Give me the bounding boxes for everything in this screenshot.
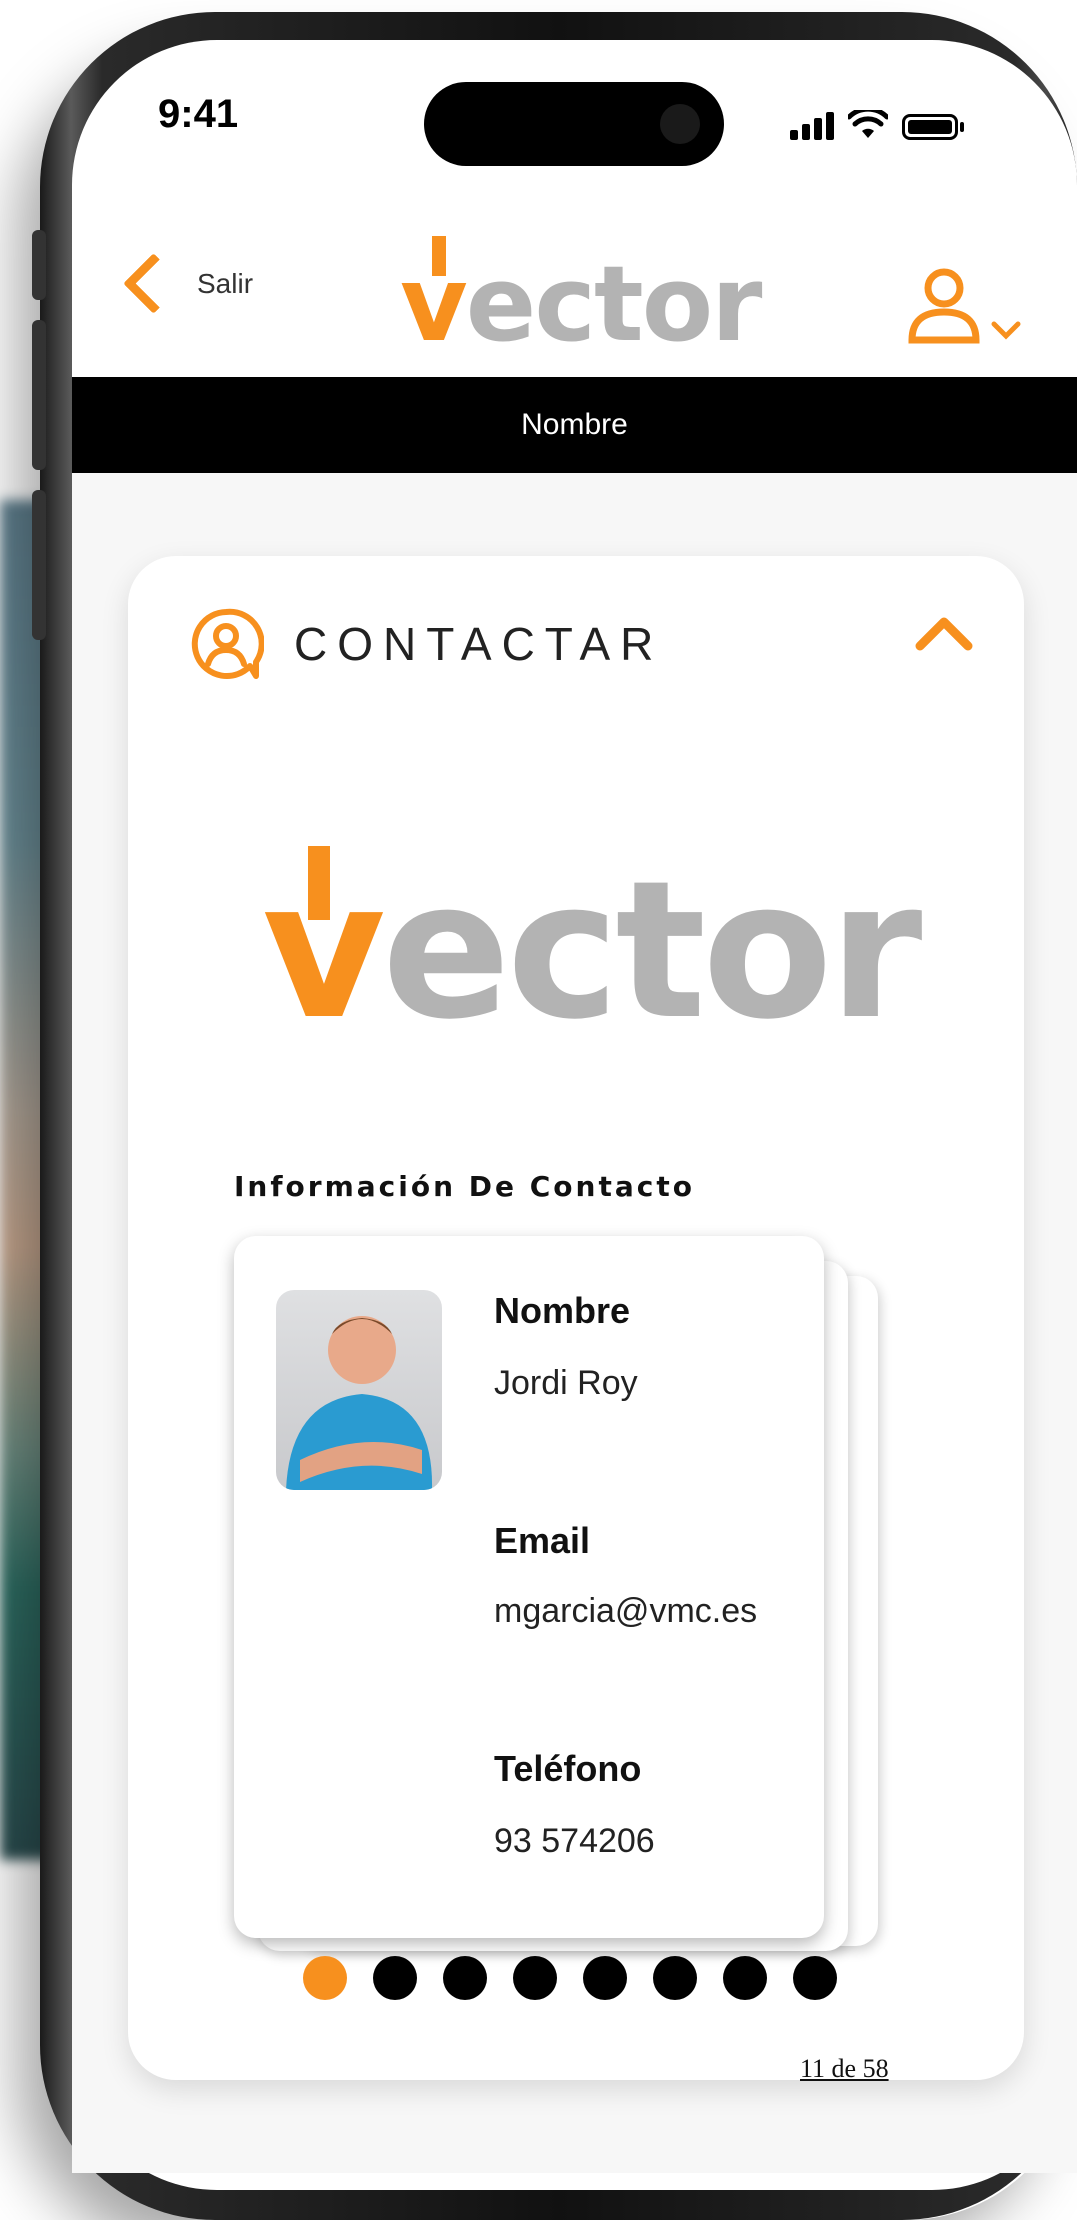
status-time: 9:41	[158, 92, 239, 136]
pagination-dot[interactable]	[373, 1956, 417, 2000]
wifi-icon	[848, 110, 888, 138]
name-value: Jordi Roy	[494, 1364, 638, 1402]
pagination-dot[interactable]	[793, 1956, 837, 2000]
back-button[interactable]: Salir	[118, 253, 254, 314]
name-bar-label: Nombre	[521, 408, 628, 441]
status-icons	[790, 110, 964, 140]
back-label: Salir	[197, 267, 254, 299]
section-title: CONTACTAR	[294, 618, 664, 670]
logo-v: v	[400, 243, 468, 365]
battery-icon	[902, 114, 958, 140]
brand-logo-tick	[308, 846, 330, 920]
phone-volume-up	[32, 320, 46, 470]
email-value[interactable]: mgarcia@vmc.es	[494, 1592, 757, 1631]
phone-volume-down	[32, 490, 46, 640]
user-menu-button[interactable]	[906, 266, 1036, 346]
contact-card[interactable]: Nombre Jordi Roy Email mgarcia@vmc.es Te…	[234, 1236, 824, 1938]
chevron-left-icon	[123, 253, 184, 314]
pagination-dot[interactable]	[583, 1956, 627, 2000]
contact-section-card: CONTACTAR vector Información De Contacto…	[128, 556, 1024, 2083]
chevron-down-icon	[991, 321, 1021, 340]
pagination-dot[interactable]	[723, 1956, 767, 2000]
pagination-dots	[303, 1956, 837, 2000]
phone-value[interactable]: 93 574206	[494, 1822, 655, 1861]
contact-info-heading: Información De Contacto	[234, 1170, 695, 1203]
name-label: Nombre	[494, 1290, 631, 1331]
contact-icon	[191, 608, 264, 679]
phone-action-button	[32, 230, 46, 300]
logo-rest: ector	[465, 243, 763, 365]
pagination-dot[interactable]	[653, 1956, 697, 2000]
battery-cap	[960, 122, 964, 132]
brand-logo: vector	[262, 856, 922, 1046]
pagination-count[interactable]: 11 de 58	[800, 2054, 889, 2084]
avatar	[276, 1290, 442, 1490]
pagination-dot[interactable]	[513, 1956, 557, 2000]
phone-label: Teléfono	[494, 1748, 642, 1789]
chevron-up-icon[interactable]	[914, 612, 974, 652]
email-label: Email	[494, 1520, 591, 1561]
pagination-dot[interactable]	[303, 1956, 347, 2000]
dynamic-island	[424, 82, 724, 166]
section-header[interactable]: CONTACTAR	[188, 606, 663, 682]
user-icon	[908, 268, 980, 344]
camera-icon	[660, 104, 700, 144]
signal-icon	[790, 112, 834, 140]
name-bar: Nombre	[72, 377, 1077, 473]
pagination-dot[interactable]	[443, 1956, 487, 2000]
header-logo: vector	[400, 236, 762, 356]
brand-logo-rest: ector	[381, 840, 923, 1061]
